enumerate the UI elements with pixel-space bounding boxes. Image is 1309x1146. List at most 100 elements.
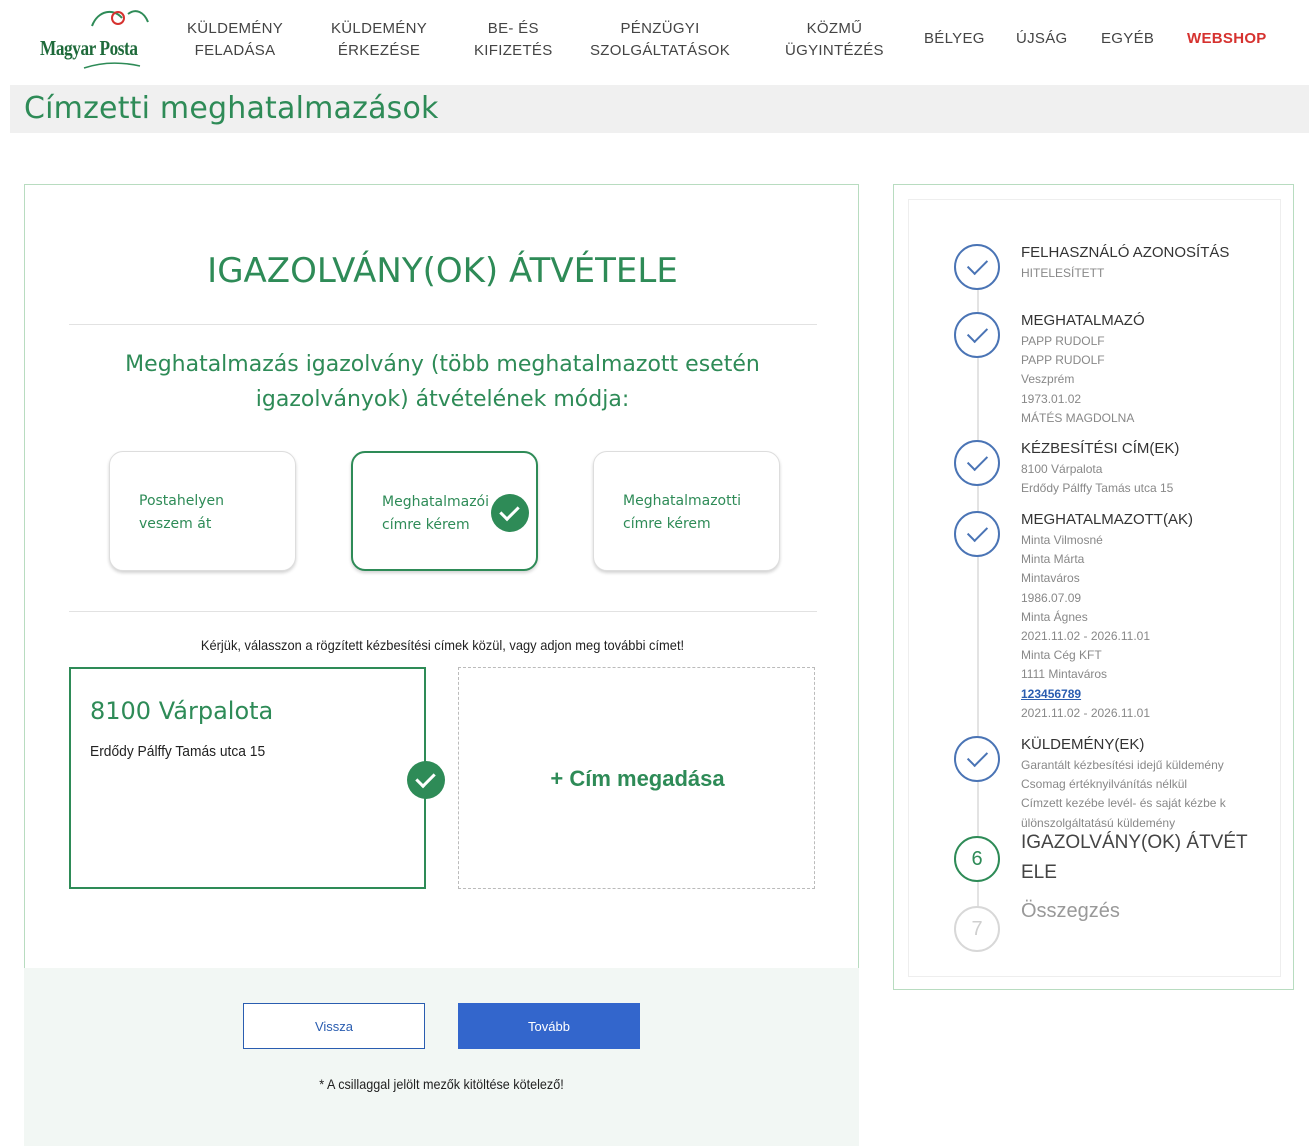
step-detail-line: 1986.07.09 bbox=[1021, 590, 1082, 605]
option-meghatalmazotti-cim[interactable]: Meghatalmazotti címre kérem bbox=[593, 451, 780, 571]
main-panel: IGAZOLVÁNY(OK) ÁTVÉTELE Meghatalmazás ig… bbox=[24, 184, 859, 968]
step-heading: IGAZOLVÁNY(OK) ÁTVÉTELE bbox=[207, 251, 678, 291]
required-fields-note: * A csillaggal jelölt mezők kitöltése kö… bbox=[319, 1076, 564, 1092]
step-title: KÉZBESÍTÉSI CÍM(EK) bbox=[1021, 440, 1180, 457]
option-label-line: Postahelyen bbox=[139, 493, 225, 509]
step-future-circle: 7 bbox=[954, 906, 1000, 952]
option-postahelyen[interactable]: Postahelyen veszem át bbox=[109, 451, 296, 571]
option-label: Postahelyen veszem át bbox=[139, 490, 279, 536]
step-title-line: ELE bbox=[1021, 862, 1057, 883]
step-detail-line: Címzett kezébe levél- és saját kézbe k bbox=[1021, 796, 1226, 811]
option-label: Meghatalmazotti címre kérem bbox=[623, 490, 763, 536]
step-done-check-icon bbox=[954, 244, 1000, 290]
magyar-posta-logo[interactable]: Magyar Posta bbox=[38, 6, 158, 69]
option-label-line: Meghatalmazotti bbox=[623, 493, 741, 509]
nav-line: PÉNZÜGYI bbox=[620, 20, 700, 37]
back-button[interactable]: Vissza bbox=[243, 1003, 425, 1049]
step-detail-line: 1973.01.02 bbox=[1021, 391, 1082, 406]
address-prompt: Kérjük, válasszon a rögzített kézbesítés… bbox=[200, 637, 685, 653]
question-line: igazolványok) átvételének módja: bbox=[255, 387, 630, 412]
step-number: 7 bbox=[971, 918, 983, 940]
next-button[interactable]: Tovább bbox=[458, 1003, 640, 1049]
step-done-check-icon bbox=[954, 312, 1000, 358]
nav-webshop[interactable]: WEBSHOP bbox=[1187, 28, 1267, 50]
step-details: 8100 Várpalota Erdődy Pálffy Tamás utca … bbox=[1021, 460, 1173, 498]
step-details: Garantált kézbesítési idejű küldemény Cs… bbox=[1021, 756, 1226, 833]
nav-line: KIFIZETÉS bbox=[474, 42, 553, 59]
step-title: Összegzés bbox=[1021, 900, 1120, 922]
nav-line: KÜLDEMÉNY bbox=[187, 20, 284, 37]
divider bbox=[69, 324, 817, 325]
step-connector-line bbox=[977, 264, 979, 924]
step-detail-line: PAPP RUDOLF bbox=[1021, 353, 1105, 368]
step-title: IGAZOLVÁNY(OK) ÁTVÉT ELE bbox=[1021, 828, 1271, 888]
step-title: FELHASZNÁLÓ AZONOSÍTÁS bbox=[1021, 244, 1230, 261]
step-detail-line: Erdődy Pálffy Tamás utca 15 bbox=[1021, 481, 1174, 496]
step-detail-line: Garantált kézbesítési idejű küldemény bbox=[1021, 758, 1224, 772]
step-details: HITELESÍTETT bbox=[1021, 264, 1104, 283]
site-header: Magyar Posta KÜLDEMÉNY FELADÁSA KÜLDEMÉN… bbox=[0, 0, 1309, 82]
question-line: Meghatalmazás igazolvány (több meghatalm… bbox=[125, 352, 760, 377]
nav-belyeg[interactable]: BÉLYEG bbox=[924, 28, 985, 50]
step-detail-line: Minta Vilmosné bbox=[1021, 533, 1103, 547]
step-detail-line: 1111 Mintaváros bbox=[1021, 667, 1108, 682]
selected-check-icon bbox=[491, 494, 529, 532]
nav-line: KÖZMŰ bbox=[806, 20, 863, 37]
step-detail-line: HITELESÍTETT bbox=[1021, 266, 1105, 280]
step-title-line: IGAZOLVÁNY(OK) ÁTVÉT bbox=[1021, 832, 1248, 853]
logo-swoosh-icon bbox=[83, 62, 141, 69]
step-detail-line: 2021.11.02 - 2026.11.01 bbox=[1021, 705, 1150, 720]
step-detail-line: Minta Márta bbox=[1021, 552, 1085, 567]
delivery-method-question: Meghatalmazás igazolvány (több meghatalm… bbox=[95, 347, 790, 417]
nav-line: KÜLDEMÉNY bbox=[331, 20, 428, 37]
step-done-check-icon bbox=[954, 440, 1000, 486]
step-detail-line: 2021.11.02 - 2026.11.01 bbox=[1021, 629, 1150, 644]
logo-text: Magyar Posta bbox=[40, 36, 138, 60]
nav-kuldemeny-erkezese[interactable]: KÜLDEMÉNY ÉRKEZÉSE bbox=[331, 18, 427, 62]
step-number: 6 bbox=[971, 848, 983, 870]
step-detail-line: Minta Ágnes bbox=[1021, 609, 1088, 624]
nav-kuldemeny-feladasa[interactable]: KÜLDEMÉNY FELADÁSA bbox=[187, 18, 283, 62]
step-title: KÜLDEMÉNY(EK) bbox=[1021, 736, 1145, 753]
page-title: Címzetti meghatalmazások bbox=[24, 91, 439, 126]
tax-number-link[interactable]: 123456789 bbox=[1021, 685, 1150, 704]
step-detail-line: Csomag értéknyilvánítás nélkül bbox=[1021, 777, 1188, 792]
step-details: PAPP RUDOLF PAPP RUDOLF Veszprém 1973.01… bbox=[1021, 332, 1134, 428]
divider bbox=[69, 611, 817, 612]
address-city: 8100 Várpalota bbox=[90, 697, 274, 725]
nav-penzugyi-szolgaltatasok[interactable]: PÉNZÜGYI SZOLGÁLTATÁSOK bbox=[590, 18, 730, 62]
step-title: MEGHATALMAZÓ bbox=[1021, 312, 1145, 329]
step-detail-line: 8100 Várpalota bbox=[1021, 462, 1103, 476]
step-current-circle: 6 bbox=[954, 836, 1000, 882]
add-address-card[interactable]: + Cím megadása bbox=[458, 667, 815, 889]
nav-line: SZOLGÁLTATÁSOK bbox=[590, 42, 731, 59]
step-details: Minta Vilmosné Minta Márta Mintaváros 19… bbox=[1021, 531, 1150, 723]
posthorn-icon bbox=[91, 10, 149, 27]
address-street: Erdődy Pálffy Tamás utca 15 bbox=[90, 743, 266, 760]
nav-line: BE- ÉS bbox=[487, 20, 539, 37]
step-detail-line: Veszprém bbox=[1021, 372, 1075, 387]
progress-sidebar: FELHASZNÁLÓ AZONOSÍTÁS HITELESÍTETT MEGH… bbox=[893, 184, 1294, 990]
option-label-line: címre kérem bbox=[623, 516, 711, 532]
option-label-line: veszem át bbox=[139, 516, 212, 532]
add-address-label: + Cím megadása bbox=[550, 766, 725, 791]
step-detail-line: MÁTÉS MAGDOLNA bbox=[1021, 410, 1135, 425]
step-done-check-icon bbox=[954, 736, 1000, 782]
nav-line: ÜGYINTÉZÉS bbox=[785, 42, 884, 59]
nav-kozmu-ugyintezes[interactable]: KÖZMŰ ÜGYINTÉZÉS bbox=[785, 18, 884, 62]
nav-line: ÉRKEZÉSE bbox=[337, 42, 421, 59]
nav-egyeb[interactable]: EGYÉB bbox=[1101, 28, 1154, 50]
nav-line: FELADÁSA bbox=[194, 42, 276, 59]
address-card-selected[interactable]: 8100 Várpalota Erdődy Pálffy Tamás utca … bbox=[69, 667, 426, 889]
step-detail-line: Mintaváros bbox=[1021, 571, 1080, 586]
nav-ujsag[interactable]: ÚJSÁG bbox=[1016, 28, 1068, 50]
form-footer: Vissza Tovább * A csillaggal jelölt mező… bbox=[24, 968, 859, 1146]
step-done-check-icon bbox=[954, 511, 1000, 557]
nav-be-es-kifizetes[interactable]: BE- ÉS KIFIZETÉS bbox=[474, 18, 553, 62]
step-title: MEGHATALMAZOTT(AK) bbox=[1021, 511, 1193, 528]
page-title-bar: Címzetti meghatalmazások bbox=[10, 85, 1309, 133]
progress-steps: FELHASZNÁLÓ AZONOSÍTÁS HITELESÍTETT MEGH… bbox=[908, 199, 1281, 977]
step-detail-line: PAPP RUDOLF bbox=[1021, 334, 1105, 348]
step-detail-line: Minta Cég KFT bbox=[1021, 648, 1102, 663]
address-selected-check-icon bbox=[407, 761, 445, 799]
